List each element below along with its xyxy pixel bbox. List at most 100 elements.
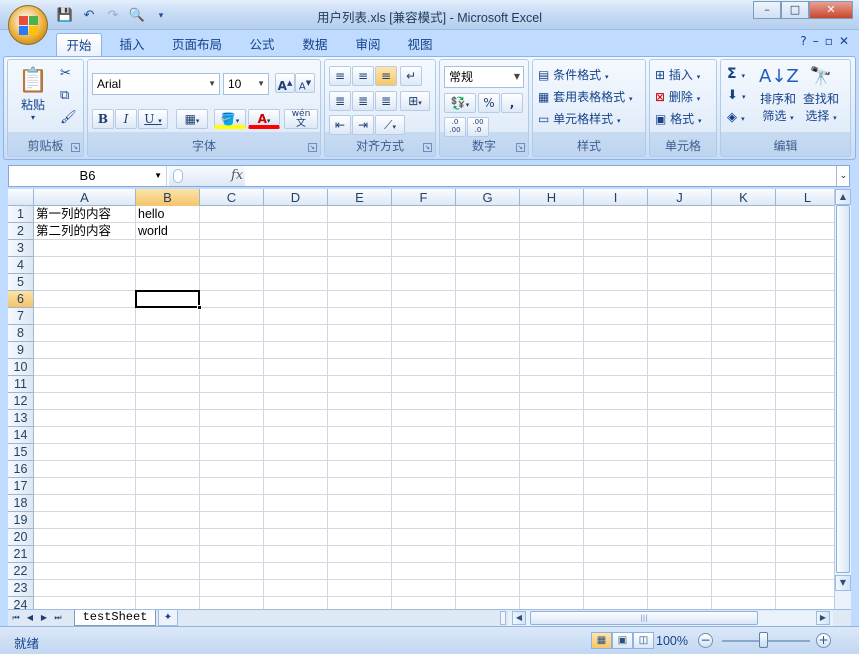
phonetic-guide-icon[interactable]: wén 文 <box>284 109 318 129</box>
decrease-indent-icon[interactable]: ⇤ <box>329 115 351 135</box>
column-header-e[interactable]: E <box>328 189 392 206</box>
column-header-b[interactable]: B <box>136 189 200 206</box>
scroll-down-icon[interactable]: ▼ <box>835 575 851 591</box>
number-format-combo[interactable]: 常规 ▼ <box>444 66 524 88</box>
page-break-view-icon[interactable]: ◫ <box>633 632 654 649</box>
column-header-k[interactable]: K <box>712 189 776 206</box>
row-header-22[interactable]: 22 <box>8 563 34 580</box>
cell-a2[interactable]: 第二列的内容 <box>34 223 136 240</box>
tab-home[interactable]: 开始 <box>56 33 102 57</box>
column-header-l[interactable]: L <box>776 189 834 206</box>
cell-a1[interactable]: 第一列的内容 <box>34 206 136 223</box>
shrink-font-icon[interactable]: A▼ <box>295 73 315 93</box>
column-header-c[interactable]: C <box>200 189 264 206</box>
selected-cell-outline[interactable] <box>135 290 200 308</box>
font-name-combo[interactable]: Arial ▼ <box>92 73 220 95</box>
fill-icon[interactable]: ⬇ ▾ <box>727 88 746 103</box>
row-header-17[interactable]: 17 <box>8 478 34 495</box>
format-as-table-button[interactable]: ▦ 套用表格格式 ▾ <box>538 88 633 105</box>
align-top-icon[interactable]: ≡ <box>329 66 351 86</box>
comma-button[interactable]: , <box>501 93 523 113</box>
row-header-1[interactable]: 1 <box>8 206 34 223</box>
horizontal-scroll-thumb[interactable]: ||| <box>530 611 758 625</box>
font-size-combo[interactable]: 10 ▼ <box>223 73 269 95</box>
align-right-icon[interactable]: ≣ <box>375 91 397 111</box>
row-header-2[interactable]: 2 <box>8 223 34 240</box>
copy-icon[interactable]: ⧉ <box>60 88 69 103</box>
scroll-up-icon[interactable]: ▲ <box>835 189 851 205</box>
redo-icon[interactable]: ↷ <box>103 7 123 25</box>
format-painter-icon[interactable]: 🖌 <box>60 110 77 125</box>
formula-input[interactable] <box>247 166 837 186</box>
italic-button[interactable]: I <box>115 109 137 129</box>
row-header-13[interactable]: 13 <box>8 410 34 427</box>
worksheet-grid[interactable]: ABCDEFGHIJKL 1 2 3 4 5 6 7 8 9 10 11 12 13 14 15 16 17 18… <box>8 189 834 609</box>
scroll-left-icon[interactable]: ◀ <box>512 611 526 625</box>
sort-filter-button[interactable]: A↓Z 排序和 筛选 ▾ <box>759 64 799 124</box>
help-icon[interactable]: ? <box>800 34 806 48</box>
cut-icon[interactable]: ✂ <box>60 66 71 81</box>
tab-review[interactable]: 审阅 <box>346 33 390 57</box>
clear-icon[interactable]: ◈ ▾ <box>727 110 745 125</box>
tab-page-layout[interactable]: 页面布局 <box>166 33 228 57</box>
column-header-f[interactable]: F <box>392 189 456 206</box>
horizontal-scrollbar[interactable]: ◀ ||| ▶ <box>508 611 833 626</box>
close-button[interactable]: ✕ <box>809 1 853 19</box>
select-all-button[interactable] <box>8 189 34 206</box>
scroll-right-icon[interactable]: ▶ <box>816 611 830 625</box>
row-header-9[interactable]: 9 <box>8 342 34 359</box>
column-header-g[interactable]: G <box>456 189 520 206</box>
underline-button[interactable]: U ▾ <box>138 109 168 129</box>
cell-styles-button[interactable]: ▭ 单元格样式 ▾ <box>538 110 621 127</box>
autosum-icon[interactable]: Σ ▾ <box>727 66 745 82</box>
fill-color-icon[interactable]: 🪣▾ <box>214 109 246 129</box>
increase-decimal-icon[interactable]: .0 .00 <box>444 117 466 137</box>
font-color-icon[interactable]: A▾ <box>248 109 280 129</box>
align-center-icon[interactable]: ≣ <box>352 91 374 111</box>
clipboard-launcher-icon[interactable]: ↘ <box>71 143 80 152</box>
print-preview-icon[interactable]: 🔍 <box>127 7 147 25</box>
ribbon-close-button[interactable]: ✕ <box>839 34 849 48</box>
row-header-19[interactable]: 19 <box>8 512 34 529</box>
tab-data[interactable]: 数据 <box>293 33 337 57</box>
row-header-11[interactable]: 11 <box>8 376 34 393</box>
grow-font-icon[interactable]: A▲ <box>275 73 295 93</box>
fill-handle[interactable] <box>197 305 202 310</box>
vertical-scrollbar[interactable]: ▲ ▼ <box>834 189 851 609</box>
merge-center-icon[interactable]: ⊞▾ <box>400 91 430 111</box>
borders-icon[interactable]: ▦▾ <box>176 109 208 129</box>
last-sheet-icon[interactable]: ⏭ <box>52 611 64 625</box>
row-header-12[interactable]: 12 <box>8 393 34 410</box>
row-header-6[interactable]: 6 <box>8 291 34 308</box>
paste-button[interactable]: 📋 粘贴 ▾ <box>16 64 50 122</box>
align-bottom-icon[interactable]: ≡ <box>375 66 397 86</box>
tab-split-handle[interactable] <box>500 611 506 625</box>
row-header-7[interactable]: 7 <box>8 308 34 325</box>
first-sheet-icon[interactable]: ⏮ <box>10 611 22 625</box>
column-header-a[interactable]: A <box>34 189 136 206</box>
bold-button[interactable]: B <box>92 109 114 129</box>
zoom-level[interactable]: 100% <box>656 634 688 648</box>
decrease-decimal-icon[interactable]: .00 .0 <box>467 117 489 137</box>
row-header-5[interactable]: 5 <box>8 274 34 291</box>
currency-icon[interactable]: 💱▾ <box>444 93 476 113</box>
zoom-out-icon[interactable]: − <box>698 633 713 648</box>
zoom-in-icon[interactable]: + <box>816 633 831 648</box>
insert-cells-button[interactable]: ⊞ 插入 ▾ <box>655 66 700 83</box>
row-header-21[interactable]: 21 <box>8 546 34 563</box>
prev-sheet-icon[interactable]: ◀ <box>24 611 36 625</box>
expand-formula-bar-icon[interactable]: ⌄ <box>836 166 850 186</box>
row-header-24[interactable]: 24 <box>8 597 34 609</box>
row-header-10[interactable]: 10 <box>8 359 34 376</box>
increase-indent-icon[interactable]: ⇥ <box>352 115 374 135</box>
column-header-h[interactable]: H <box>520 189 584 206</box>
insert-sheet-icon[interactable]: ✦ <box>158 610 178 626</box>
align-left-icon[interactable]: ≣ <box>329 91 351 111</box>
row-header-23[interactable]: 23 <box>8 580 34 597</box>
row-header-15[interactable]: 15 <box>8 444 34 461</box>
cell-b1[interactable]: hello <box>136 206 200 223</box>
next-sheet-icon[interactable]: ▶ <box>38 611 50 625</box>
column-header-d[interactable]: D <box>264 189 328 206</box>
percent-button[interactable]: % <box>478 93 500 113</box>
row-header-8[interactable]: 8 <box>8 325 34 342</box>
